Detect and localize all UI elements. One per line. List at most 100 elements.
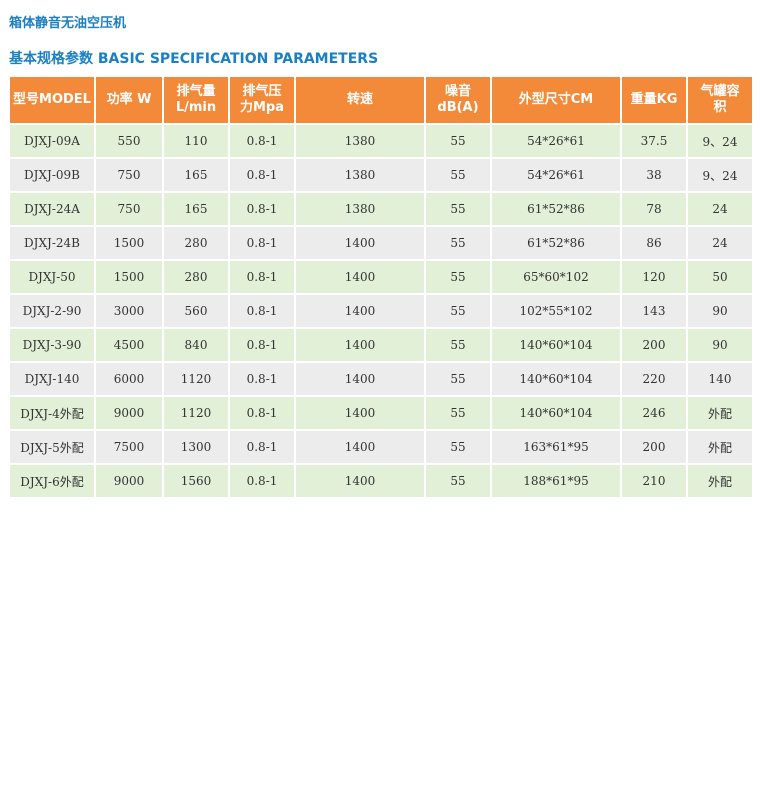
table-cell: 165 [164,159,228,191]
table-cell: 1400 [296,227,424,259]
table-cell: 1400 [296,465,424,497]
table-cell: 143 [622,295,686,327]
table-cell: 0.8-1 [230,159,294,191]
table-cell: 9000 [96,465,162,497]
table-cell: 55 [426,431,490,463]
table-cell: 90 [688,295,752,327]
table-cell: 110 [164,125,228,157]
table-cell: 外配 [688,397,752,429]
table-cell: 78 [622,193,686,225]
table-cell: DJXJ-4外配 [10,397,94,429]
table-cell: 280 [164,261,228,293]
table-cell: 1400 [296,397,424,429]
table-cell: 0.8-1 [230,363,294,395]
table-cell: 55 [426,295,490,327]
table-cell: 外配 [688,465,752,497]
table-cell: DJXJ-140 [10,363,94,395]
spec-table-body: DJXJ-09A 550 110 0.8-1 1380 55 54*26*61 37.5 9、2… [10,125,752,497]
table-row: DJXJ-09B 750 165 0.8-1 1380 55 54*26*61 38 9、24 [10,159,752,191]
table-row: DJXJ-2-90 3000 560 0.8-1 1400 55 102*55*102 143… [10,295,752,327]
table-cell: 188*61*95 [492,465,620,497]
table-cell: 246 [622,397,686,429]
table-cell: 0.8-1 [230,261,294,293]
header-row: 型号MODEL 功率 W 排气量 L/min 排气压 力Mpa 转速 噪音 dB(A) 外型尺寸C… [10,77,752,123]
table-cell: 140*60*104 [492,329,620,361]
table-cell: 1500 [96,261,162,293]
table-cell: 1400 [296,295,424,327]
table-cell: 1400 [296,363,424,395]
table-cell: 55 [426,125,490,157]
table-cell: 4500 [96,329,162,361]
table-cell: 55 [426,465,490,497]
table-cell: DJXJ-09B [10,159,94,191]
table-cell: 54*26*61 [492,159,620,191]
spec-table-header: 型号MODEL 功率 W 排气量 L/min 排气压 力Mpa 转速 噪音 dB(A) 外型尺寸C… [10,77,752,123]
table-cell: 86 [622,227,686,259]
table-cell: 55 [426,397,490,429]
table-cell: 9、24 [688,159,752,191]
column-header: 功率 W [96,77,162,123]
table-cell: 65*60*102 [492,261,620,293]
section-title: 基本规格参数 BASIC SPECIFICATION PARAMETERS [9,51,379,67]
column-header: 型号MODEL [10,77,94,123]
table-cell: 1400 [296,329,424,361]
table-row: DJXJ-5外配 7500 1300 0.8-1 1400 55 163*61*95 200 外… [10,431,752,463]
table-cell: 200 [622,431,686,463]
table-cell: 840 [164,329,228,361]
table-cell: 210 [622,465,686,497]
table-cell: 200 [622,329,686,361]
table-cell: 9、24 [688,125,752,157]
table-cell: 1380 [296,125,424,157]
table-cell: 120 [622,261,686,293]
table-cell: 24 [688,227,752,259]
table-cell: 140*60*104 [492,397,620,429]
table-cell: 54*26*61 [492,125,620,157]
table-row: DJXJ-3-90 4500 840 0.8-1 1400 55 140*60*104 200… [10,329,752,361]
table-cell: DJXJ-2-90 [10,295,94,327]
table-cell: DJXJ-24B [10,227,94,259]
table-cell: 0.8-1 [230,125,294,157]
table-cell: DJXJ-50 [10,261,94,293]
table-row: DJXJ-09A 550 110 0.8-1 1380 55 54*26*61 37.5 9、2… [10,125,752,157]
table-cell: DJXJ-6外配 [10,465,94,497]
table-cell: 1400 [296,431,424,463]
table-cell: 750 [96,159,162,191]
table-cell: 38 [622,159,686,191]
table-cell: 55 [426,329,490,361]
table-cell: 1560 [164,465,228,497]
table-cell: 0.8-1 [230,227,294,259]
table-cell: 750 [96,193,162,225]
table-cell: 102*55*102 [492,295,620,327]
table-cell: DJXJ-5外配 [10,431,94,463]
column-header: 排气量 L/min [164,77,228,123]
table-cell: DJXJ-24A [10,193,94,225]
spec-table: 型号MODEL 功率 W 排气量 L/min 排气压 力Mpa 转速 噪音 dB(A) 外型尺寸C… [8,75,754,499]
table-cell: 24 [688,193,752,225]
table-cell: 55 [426,159,490,191]
column-header: 排气压 力Mpa [230,77,294,123]
column-header: 重量KG [622,77,686,123]
table-cell: 61*52*86 [492,227,620,259]
table-row: DJXJ-24A 750 165 0.8-1 1380 55 61*52*86 78 24 [10,193,752,225]
table-cell: 1300 [164,431,228,463]
table-cell: 550 [96,125,162,157]
table-cell: 7500 [96,431,162,463]
table-row: DJXJ-140 6000 1120 0.8-1 1400 55 140*60*104 220… [10,363,752,395]
table-cell: DJXJ-3-90 [10,329,94,361]
table-cell: 1380 [296,159,424,191]
table-cell: 外配 [688,431,752,463]
table-cell: 1380 [296,193,424,225]
table-cell: 55 [426,363,490,395]
column-header: 噪音 dB(A) [426,77,490,123]
table-cell: 1120 [164,363,228,395]
table-cell: 280 [164,227,228,259]
table-cell: 0.8-1 [230,329,294,361]
table-cell: 37.5 [622,125,686,157]
table-cell: 0.8-1 [230,431,294,463]
table-cell: 0.8-1 [230,465,294,497]
table-cell: 560 [164,295,228,327]
column-header: 气罐容积 [688,77,752,123]
table-row: DJXJ-6外配 9000 1560 0.8-1 1400 55 188*61*95 210 外… [10,465,752,497]
table-cell: 1120 [164,397,228,429]
table-cell: 220 [622,363,686,395]
